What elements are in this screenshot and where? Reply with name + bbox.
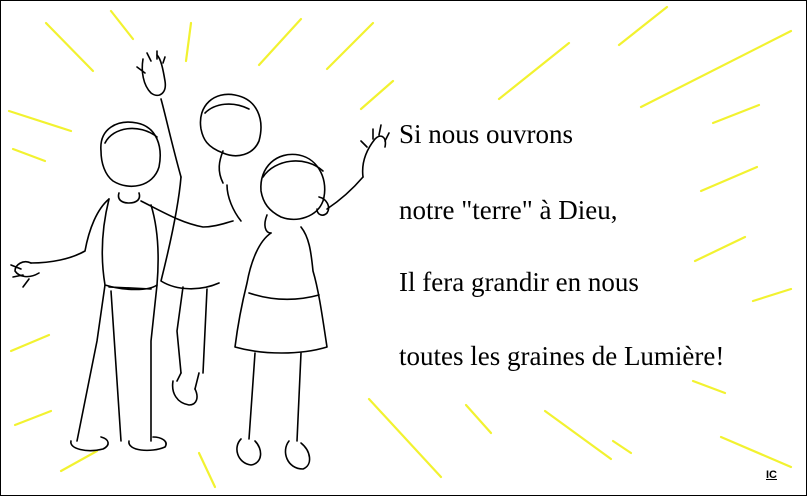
children-praising-icon — [10, 50, 390, 470]
poem-line-2: notre "terre" à Dieu, — [399, 195, 618, 225]
poem-line-3: Il fera grandir en nous — [399, 267, 639, 297]
coloring-card: Si nous ouvrons notre "terre" à Dieu, Il… — [0, 0, 807, 496]
poem-line-1: Si nous ouvrons — [399, 119, 574, 149]
poem-line-4: toutes les graines de Lumière! — [399, 341, 725, 371]
credit-initials: IC — [766, 469, 777, 481]
